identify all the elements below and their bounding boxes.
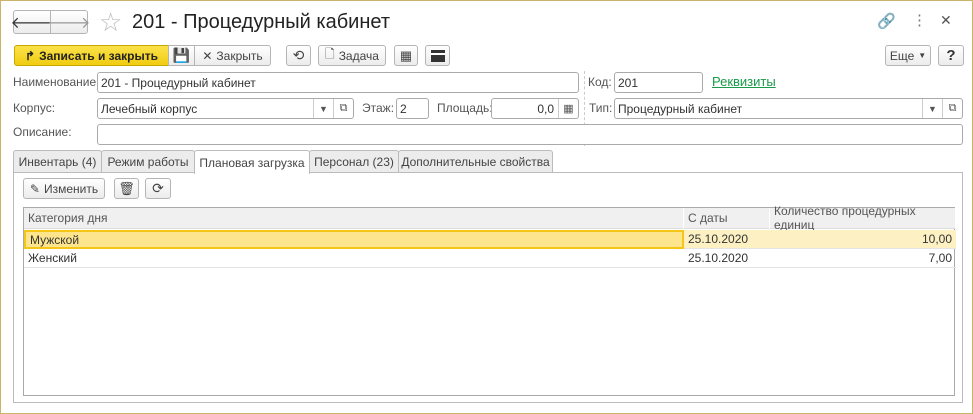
calculator-icon[interactable]: ▦ [558, 99, 578, 118]
more-dots-icon[interactable]: ⋮ [912, 11, 927, 29]
table-cell[interactable]: 10,00 [770, 230, 956, 249]
area-label: Площадь: [437, 101, 493, 115]
type-label: Тип: [589, 101, 613, 115]
arrow-right-icon: 🡒 [47, 14, 91, 32]
description-label: Описание: [13, 125, 72, 139]
save-button[interactable]: 💾 [168, 45, 195, 66]
open-icon[interactable]: ⧉ [942, 99, 962, 118]
more-button[interactable]: Еще ▼ [885, 45, 931, 66]
data-table: Категория дня С даты Количество процедур… [23, 204, 956, 396]
archive-icon [430, 49, 445, 62]
refresh-icon: ⟳ [152, 180, 164, 196]
task-button[interactable]: 🗋 Задача [318, 45, 386, 66]
star-icon[interactable]: ☆ [99, 7, 122, 38]
tab-work-mode[interactable]: Режим работы [101, 150, 195, 173]
close-button[interactable]: ✕ Закрыть [194, 45, 271, 66]
table-cell[interactable]: Мужской [24, 230, 684, 249]
type-field[interactable]: Процедурный кабинет ▼ ⧉ [614, 98, 963, 119]
delete-button[interactable]: 🗑 [114, 178, 139, 199]
trash-icon: 🗑 [118, 180, 135, 196]
area-field[interactable]: 0,0 ▦ [491, 98, 579, 119]
link-icon[interactable]: 🔗 [877, 12, 896, 30]
dropdown-icon[interactable]: ▼ [313, 99, 333, 118]
open-icon[interactable]: ⧉ [333, 99, 353, 118]
refresh-button[interactable]: ⟳ [145, 178, 171, 199]
floor-input[interactable]: 2 [396, 98, 429, 119]
x-icon: ✕ [202, 48, 213, 63]
page-title: 201 - Процедурный кабинет [132, 11, 390, 33]
description-input[interactable] [97, 124, 963, 145]
tab-staff[interactable]: Персонал (23) [309, 150, 399, 173]
edit-button[interactable]: ✎ Изменить [23, 178, 105, 199]
pencil-icon: ✎ [29, 181, 40, 196]
archive-button[interactable] [425, 45, 450, 66]
floppy-icon: 💾 [172, 47, 191, 63]
save-close-icon: ↱ [25, 48, 36, 63]
tab-inventory[interactable]: Инвентарь (4) [13, 150, 102, 173]
table-cell[interactable]: Женский [24, 249, 684, 268]
help-button[interactable]: ? [938, 45, 964, 66]
column-header[interactable]: С даты [684, 208, 770, 229]
table-cell[interactable]: 7,00 [770, 249, 956, 268]
name-label: Наименование: [13, 75, 100, 89]
column-header[interactable]: Категория дня [24, 208, 684, 229]
code-input[interactable]: 201 [614, 72, 703, 93]
new-document-icon: 🗋 [325, 47, 335, 61]
history-button[interactable]: ⟲ [286, 45, 311, 66]
requisites-link[interactable]: Реквизиты [712, 74, 776, 89]
close-icon[interactable]: ✕ [940, 12, 952, 29]
window: 🡐 🡒 ☆ 201 - Процедурный кабинет 🔗 ⋮ ✕ ↱ З… [0, 0, 973, 414]
qr-code-icon: ▦ [399, 47, 413, 63]
table-cell[interactable]: 25.10.2020 [684, 230, 770, 249]
table-cell[interactable]: 25.10.2020 [684, 249, 770, 268]
tab-extra-properties[interactable]: Дополнительные свойства [398, 150, 553, 173]
building-field[interactable]: Лечебный корпус ▼ ⧉ [97, 98, 354, 119]
dropdown-icon[interactable]: ▼ [922, 99, 942, 118]
building-label: Корпус: [13, 101, 56, 115]
save-close-button[interactable]: ↱ Записать и закрыть [14, 45, 169, 66]
back-button[interactable]: 🡐 [11, 10, 53, 34]
forward-button[interactable]: 🡒 [47, 10, 91, 34]
code-label: Код: [588, 75, 612, 89]
chevron-down-icon: ▼ [918, 51, 927, 60]
qr-button[interactable]: ▦ [394, 45, 418, 66]
history-icon: ⟲ [292, 47, 305, 63]
column-header[interactable]: Количество процедурных единиц [770, 204, 956, 232]
name-input[interactable]: 201 - Процедурный кабинет [97, 72, 579, 93]
tab-planned-load[interactable]: Плановая загрузка [194, 150, 310, 174]
floor-label: Этаж: [362, 101, 395, 115]
